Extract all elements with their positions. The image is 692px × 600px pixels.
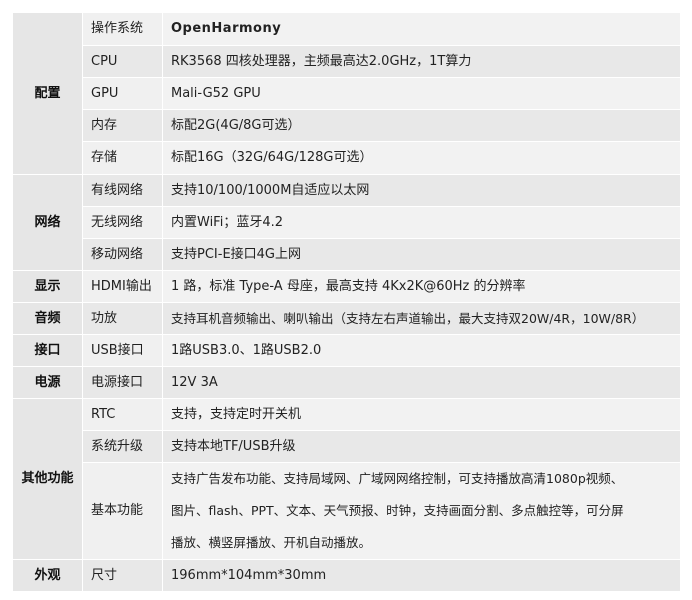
row-value: 12V 3A [162, 366, 681, 399]
row-value: Mali-G52 GPU [162, 77, 681, 110]
value-line: 图片、flash、PPT、文本、天气预报、时钟，支持画面分割、多点触控等，可分屏 [171, 503, 624, 518]
category-audio: 音频 [12, 302, 83, 335]
row-key: 基本功能 [82, 462, 163, 560]
row-value-multiline: 支持广告发布功能、支持局域网、广域网网络控制，可支持播放高清1080p视频、 图… [162, 462, 681, 560]
row-value: 支持PCI-E接口4G上网 [162, 238, 681, 271]
row-key: 移动网络 [82, 238, 163, 271]
row-key: USB接口 [82, 334, 163, 367]
row-value: 1 路，标准 Type-A 母座，最高支持 4Kx2K@60Hz 的分辨率 [162, 270, 681, 303]
row-value: 支持，支持定时开关机 [162, 398, 681, 431]
category-appearance: 外观 [12, 559, 83, 592]
row-key: GPU [82, 77, 163, 110]
row-key: CPU [82, 45, 163, 78]
row-key: RTC [82, 398, 163, 431]
row-value: 支持耳机音频输出、喇叭输出（支持左右声道输出，最大支持双20W/4R，10W/8… [162, 302, 681, 335]
category-network: 网络 [12, 174, 83, 271]
category-config: 配置 [12, 12, 83, 175]
row-key: 电源接口 [82, 366, 163, 399]
row-value: 内置WiFi；蓝牙4.2 [162, 206, 681, 239]
row-value: 1路USB3.0、1路USB2.0 [162, 334, 681, 367]
row-value: 196mm*104mm*30mm [162, 559, 681, 592]
row-key: 系统升级 [82, 430, 163, 463]
category-other-features: 其他功能 [12, 398, 83, 560]
category-interface: 接口 [12, 334, 83, 367]
row-value: OpenHarmony [162, 12, 681, 46]
row-key: 存储 [82, 141, 163, 175]
row-key: HDMI输出 [82, 270, 163, 303]
row-value: 支持本地TF/USB升级 [162, 430, 681, 463]
row-key: 有线网络 [82, 174, 163, 207]
spec-table-container: 配置 操作系统 OpenHarmony CPU RK3568 四核处理器，主频最… [12, 12, 681, 592]
row-value: 标配16G（32G/64G/128G可选） [162, 141, 681, 175]
row-value: 标配2G(4G/8G可选） [162, 109, 681, 142]
row-key: 尺寸 [82, 559, 163, 592]
value-line: 支持广告发布功能、支持局域网、广域网网络控制，可支持播放高清1080p视频、 [171, 471, 624, 486]
row-key: 无线网络 [82, 206, 163, 239]
row-value: RK3568 四核处理器，主频最高达2.0GHz，1T算力 [162, 45, 681, 78]
row-value: 支持10/100/1000M自适应以太网 [162, 174, 681, 207]
spec-table-body: 配置 操作系统 OpenHarmony CPU RK3568 四核处理器，主频最… [12, 12, 681, 592]
spec-table: 配置 操作系统 OpenHarmony CPU RK3568 四核处理器，主频最… [12, 12, 681, 592]
category-power: 电源 [12, 366, 83, 399]
row-key: 功放 [82, 302, 163, 335]
value-line: 播放、横竖屏播放、开机自动播放。 [171, 535, 372, 550]
row-key: 内存 [82, 109, 163, 142]
category-display: 显示 [12, 270, 83, 303]
row-key: 操作系统 [82, 12, 163, 46]
